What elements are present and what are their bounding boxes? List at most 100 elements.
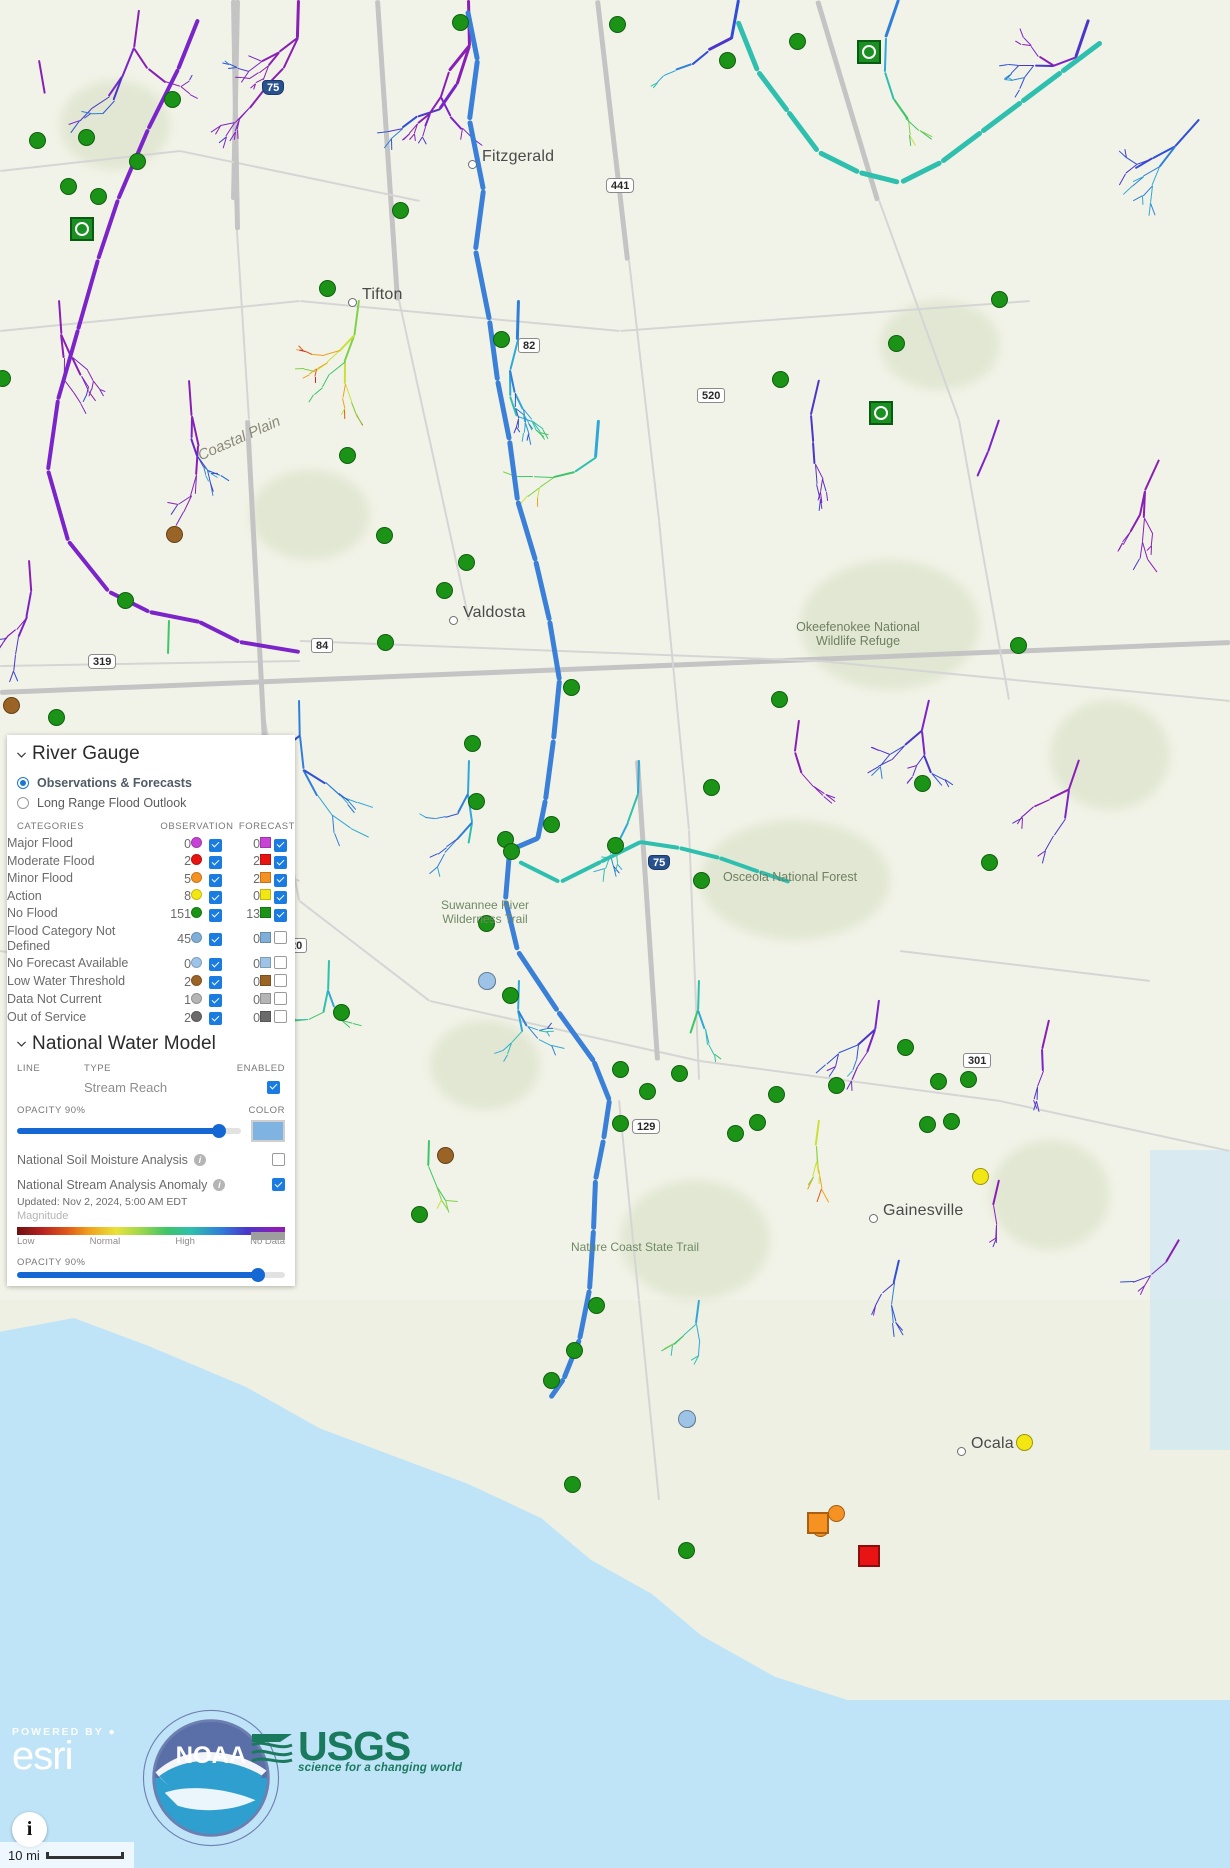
info-icon[interactable]: i: [213, 1178, 226, 1191]
river-gauge-marker[interactable]: [502, 842, 520, 860]
stream-reach-line[interactable]: [818, 1173, 820, 1185]
river-gauge-marker[interactable]: [165, 525, 183, 543]
river-gauge-marker[interactable]: [788, 32, 806, 50]
forecast-checkbox[interactable]: [274, 923, 295, 955]
reservoir-marker[interactable]: [70, 217, 94, 241]
stream-reach-line[interactable]: [536, 498, 538, 508]
river-gauge-marker[interactable]: [918, 1115, 936, 1133]
river-gauge-marker[interactable]: [896, 1038, 914, 1056]
river-gauge-marker[interactable]: [463, 734, 481, 752]
category-row[interactable]: No Flood 151 13: [7, 905, 295, 923]
river-gauge-marker[interactable]: [89, 187, 107, 205]
river-gauge-marker[interactable]: [990, 290, 1008, 308]
stream-reach-line[interactable]: [91, 112, 103, 114]
river-gauge-marker[interactable]: [767, 1085, 785, 1103]
river-gauge-marker[interactable]: [59, 177, 77, 195]
category-row[interactable]: Major Flood 0 0: [7, 835, 295, 853]
category-row[interactable]: Moderate Flood 2 2: [7, 853, 295, 871]
radio-long-range-flood-outlook[interactable]: Long Range Flood Outlook: [17, 793, 295, 813]
stream-reach-enabled-checkbox[interactable]: [223, 1080, 285, 1094]
river-gauge-section-header[interactable]: River Gauge: [7, 735, 295, 767]
stream-anomaly-checkbox[interactable]: [272, 1178, 285, 1191]
river-gauge-mode-radios[interactable]: Observations & Forecasts Long Range Floo…: [7, 767, 295, 815]
river-gauge-marker[interactable]: [478, 972, 496, 990]
river-gauge-marker[interactable]: [457, 553, 475, 571]
anomaly-opacity-slider[interactable]: [17, 1267, 285, 1282]
observation-checkbox[interactable]: [208, 888, 234, 906]
stream-reach-line[interactable]: [314, 377, 316, 384]
observation-checkbox[interactable]: [208, 905, 234, 923]
forecast-checkbox[interactable]: [274, 973, 295, 991]
forecast-checkbox[interactable]: [274, 835, 295, 853]
category-row[interactable]: Action 8 0: [7, 888, 295, 906]
forecast-checkbox[interactable]: [274, 905, 295, 923]
river-gauge-marker[interactable]: [47, 708, 65, 726]
river-gauge-marker[interactable]: [435, 581, 453, 599]
river-gauge-marker[interactable]: [467, 792, 485, 810]
observation-checkbox[interactable]: [208, 835, 234, 853]
river-gauge-marker[interactable]: [563, 1475, 581, 1493]
river-gauge-marker[interactable]: [929, 1072, 947, 1090]
river-gauge-marker[interactable]: [562, 678, 580, 696]
river-gauge-marker[interactable]: [827, 1504, 845, 1522]
river-gauge-marker[interactable]: [678, 1410, 696, 1428]
river-gauge-marker[interactable]: [375, 526, 393, 544]
forecast-checkbox[interactable]: [274, 853, 295, 871]
river-gauge-marker[interactable]: [611, 1114, 629, 1132]
river-gauge-marker-square[interactable]: [807, 1512, 829, 1534]
river-gauge-marker[interactable]: [942, 1112, 960, 1130]
river-gauge-marker[interactable]: [726, 1124, 744, 1142]
stream-reach-line[interactable]: [516, 475, 534, 478]
river-gauge-marker[interactable]: [606, 836, 624, 854]
reservoir-marker[interactable]: [857, 40, 881, 64]
nwm-color-swatch[interactable]: [251, 1119, 285, 1142]
river-gauge-marker-square[interactable]: [858, 1545, 880, 1567]
forecast-checkbox[interactable]: [274, 1009, 295, 1027]
stream-reach-line[interactable]: [892, 1323, 896, 1338]
river-gauge-marker[interactable]: [913, 774, 931, 792]
stream-reach-line[interactable]: [695, 1299, 700, 1324]
forecast-checkbox[interactable]: [274, 870, 295, 888]
river-gauge-marker[interactable]: [318, 279, 336, 297]
river-gauge-marker[interactable]: [451, 13, 469, 31]
river-gauge-marker[interactable]: [338, 446, 356, 464]
observation-checkbox[interactable]: [208, 973, 234, 991]
river-gauge-marker[interactable]: [501, 986, 519, 1004]
legend-panel[interactable]: River Gauge Observations & Forecasts Lon…: [7, 735, 295, 1286]
river-gauge-marker[interactable]: [128, 152, 146, 170]
stream-anomaly-row[interactable]: National Stream Analysis Anomaly i: [7, 1167, 295, 1192]
river-gauge-marker[interactable]: [748, 1113, 766, 1131]
stream-reach-line[interactable]: [695, 1323, 701, 1343]
stream-reach-line[interactable]: [670, 1344, 673, 1356]
river-gauge-marker[interactable]: [116, 591, 134, 609]
stream-reach-line[interactable]: [514, 393, 516, 408]
river-gauge-marker[interactable]: [587, 1296, 605, 1314]
stream-reach-line[interactable]: [673, 1334, 684, 1345]
river-gauge-marker[interactable]: [376, 633, 394, 651]
river-gauge-marker[interactable]: [718, 51, 736, 69]
nwm-section-header[interactable]: National Water Model: [7, 1027, 295, 1057]
river-gauge-marker[interactable]: [827, 1076, 845, 1094]
river-gauge-marker[interactable]: [542, 1371, 560, 1389]
river-gauge-marker[interactable]: [638, 1082, 656, 1100]
river-gauge-marker[interactable]: [770, 690, 788, 708]
observation-checkbox[interactable]: [208, 991, 234, 1009]
river-gauge-marker[interactable]: [971, 1167, 989, 1185]
river-gauge-marker[interactable]: [542, 815, 560, 833]
river-gauge-marker[interactable]: [77, 128, 95, 146]
river-gauge-marker[interactable]: [771, 370, 789, 388]
forecast-checkbox[interactable]: [274, 888, 295, 906]
river-gauge-marker[interactable]: [1015, 1433, 1033, 1451]
river-gauge-marker[interactable]: [702, 778, 720, 796]
stream-reach-line[interactable]: [390, 139, 392, 151]
river-gauge-marker[interactable]: [611, 1060, 629, 1078]
nwm-opacity-slider[interactable]: [17, 1123, 241, 1138]
river-gauge-marker[interactable]: [677, 1541, 695, 1559]
river-gauge-marker[interactable]: [1009, 636, 1027, 654]
river-gauge-marker[interactable]: [410, 1205, 428, 1223]
category-row[interactable]: Data Not Current 1 0: [7, 991, 295, 1009]
stream-reach-line[interactable]: [210, 472, 218, 474]
forecast-checkbox[interactable]: [274, 991, 295, 1009]
river-gauge-marker[interactable]: [692, 871, 710, 889]
river-gauge-marker[interactable]: [436, 1146, 454, 1164]
